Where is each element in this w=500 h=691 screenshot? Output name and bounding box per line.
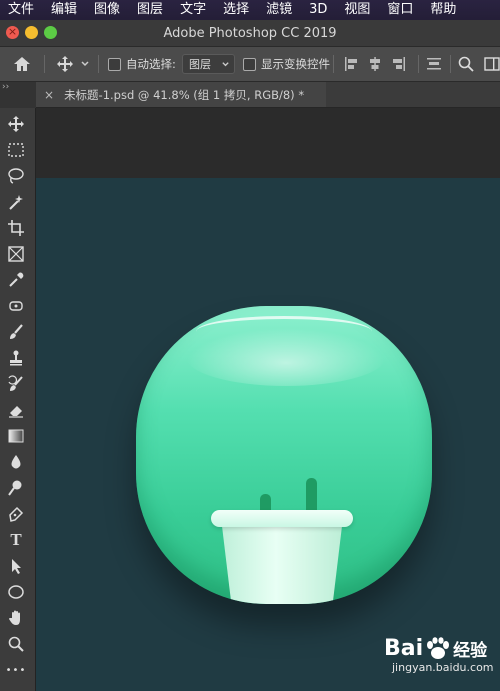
layer-select-value: 图层 bbox=[189, 58, 211, 71]
pen-tool-icon[interactable] bbox=[6, 504, 26, 524]
lasso-tool-icon[interactable] bbox=[6, 166, 26, 186]
icon-gloss bbox=[186, 328, 386, 386]
tab-close-icon[interactable]: × bbox=[44, 88, 54, 102]
tools-panel: T ••• bbox=[0, 108, 36, 691]
menu-filter[interactable]: 滤镜 bbox=[266, 0, 292, 20]
auto-select-checkbox[interactable] bbox=[108, 57, 121, 71]
watermark-brand: Bai bbox=[384, 636, 424, 661]
menu-view[interactable]: 视图 bbox=[344, 0, 370, 20]
move-tool-preset[interactable] bbox=[56, 47, 90, 81]
move-icon bbox=[57, 56, 73, 72]
menu-image[interactable]: 图像 bbox=[94, 0, 120, 20]
align-left-icon[interactable] bbox=[344, 56, 358, 72]
home-icon bbox=[14, 57, 30, 71]
menu-type[interactable]: 文字 bbox=[180, 0, 206, 20]
path-selection-tool-icon[interactable] bbox=[6, 556, 26, 576]
menu-window[interactable]: 窗口 bbox=[387, 0, 413, 20]
align-buttons bbox=[344, 47, 406, 81]
divider bbox=[44, 55, 45, 73]
options-bar: 自动选择: 图层 显示变换控件 bbox=[0, 46, 500, 82]
menu-file[interactable]: 文件 bbox=[8, 0, 34, 20]
app-icon-artwork bbox=[136, 306, 432, 604]
minimize-window-button[interactable] bbox=[25, 26, 38, 39]
menu-bar: 文件 编辑 图像 图层 文字 选择 滤镜 3D 视图 窗口 帮助 bbox=[0, 0, 500, 20]
hand-tool-icon[interactable] bbox=[6, 608, 26, 628]
auto-select-label: 自动选择: bbox=[126, 57, 176, 71]
type-tool-icon[interactable]: T bbox=[6, 530, 26, 550]
chevron-down-icon bbox=[222, 61, 229, 66]
magic-wand-tool-icon[interactable] bbox=[6, 192, 26, 212]
auto-select-option[interactable]: 自动选择: bbox=[108, 47, 176, 81]
marquee-tool-icon[interactable] bbox=[6, 140, 26, 160]
close-window-button[interactable] bbox=[6, 26, 19, 39]
divider bbox=[418, 55, 419, 73]
zoom-tool-icon[interactable] bbox=[6, 634, 26, 654]
search-icon bbox=[458, 56, 474, 72]
healing-brush-tool-icon[interactable] bbox=[6, 296, 26, 316]
document-tab-title: 未标题-1.psd @ 41.8% (组 1 拷贝, RGB/8) * bbox=[64, 87, 305, 102]
title-bar: Adobe Photoshop CC 2019 bbox=[0, 20, 500, 46]
document-canvas[interactable] bbox=[36, 178, 500, 691]
align-right-icon[interactable] bbox=[392, 56, 406, 72]
show-transform-option[interactable]: 显示变换控件 bbox=[243, 47, 330, 81]
watermark-brand-suffix: 经验 bbox=[453, 641, 488, 661]
crop-tool-icon[interactable] bbox=[6, 218, 26, 238]
frame-tool-icon[interactable] bbox=[6, 244, 26, 264]
window-title: Adobe Photoshop CC 2019 bbox=[163, 25, 337, 41]
workspace-icon bbox=[484, 57, 500, 71]
gradient-tool-icon[interactable] bbox=[6, 426, 26, 446]
workspace-button[interactable] bbox=[484, 47, 500, 81]
menu-layer[interactable]: 图层 bbox=[137, 0, 163, 20]
eyedropper-tool-icon[interactable] bbox=[6, 270, 26, 290]
brush-tool-icon[interactable] bbox=[6, 322, 26, 342]
window-controls bbox=[6, 26, 57, 39]
baidu-watermark: Bai 经验 jingyan.baidu.com bbox=[384, 636, 496, 686]
divider bbox=[333, 55, 334, 73]
align-top-icon bbox=[427, 58, 441, 70]
dodge-tool-icon[interactable] bbox=[6, 478, 26, 498]
pasteboard bbox=[36, 108, 500, 178]
history-brush-tool-icon[interactable] bbox=[6, 374, 26, 394]
divider bbox=[98, 55, 99, 73]
chevron-down-icon bbox=[81, 61, 89, 67]
zoom-window-button[interactable] bbox=[44, 26, 57, 39]
menu-help[interactable]: 帮助 bbox=[430, 0, 456, 20]
layer-select-dropdown[interactable]: 图层 bbox=[182, 47, 235, 81]
eraser-tool-icon[interactable] bbox=[6, 400, 26, 420]
menu-3d[interactable]: 3D bbox=[309, 0, 327, 20]
align-center-icon[interactable] bbox=[368, 56, 382, 72]
document-tab[interactable]: × 未标题-1.psd @ 41.8% (组 1 拷贝, RGB/8) * bbox=[36, 82, 326, 107]
search-button[interactable] bbox=[458, 47, 474, 81]
home-button[interactable] bbox=[12, 47, 32, 81]
show-transform-checkbox[interactable] bbox=[243, 57, 256, 71]
paw-icon bbox=[427, 636, 450, 659]
cup-lid bbox=[211, 510, 353, 527]
cup-body bbox=[222, 526, 342, 604]
menu-edit[interactable]: 编辑 bbox=[51, 0, 77, 20]
clone-stamp-tool-icon[interactable] bbox=[6, 348, 26, 368]
move-tool-icon[interactable] bbox=[6, 114, 26, 134]
collapse-arrows-icon: ›› bbox=[2, 82, 10, 92]
watermark-url: jingyan.baidu.com bbox=[392, 661, 494, 674]
document-tab-bar: × 未标题-1.psd @ 41.8% (组 1 拷贝, RGB/8) * bbox=[36, 82, 500, 108]
ellipse-tool-icon[interactable] bbox=[6, 582, 26, 602]
toolbar-collapse[interactable]: ›› bbox=[0, 82, 36, 108]
divider bbox=[450, 55, 451, 73]
show-transform-label: 显示变换控件 bbox=[261, 57, 330, 71]
blur-tool-icon[interactable] bbox=[6, 452, 26, 472]
distribute-button[interactable] bbox=[426, 47, 442, 81]
more-tools-icon[interactable]: ••• bbox=[6, 660, 26, 680]
menu-select[interactable]: 选择 bbox=[223, 0, 249, 20]
